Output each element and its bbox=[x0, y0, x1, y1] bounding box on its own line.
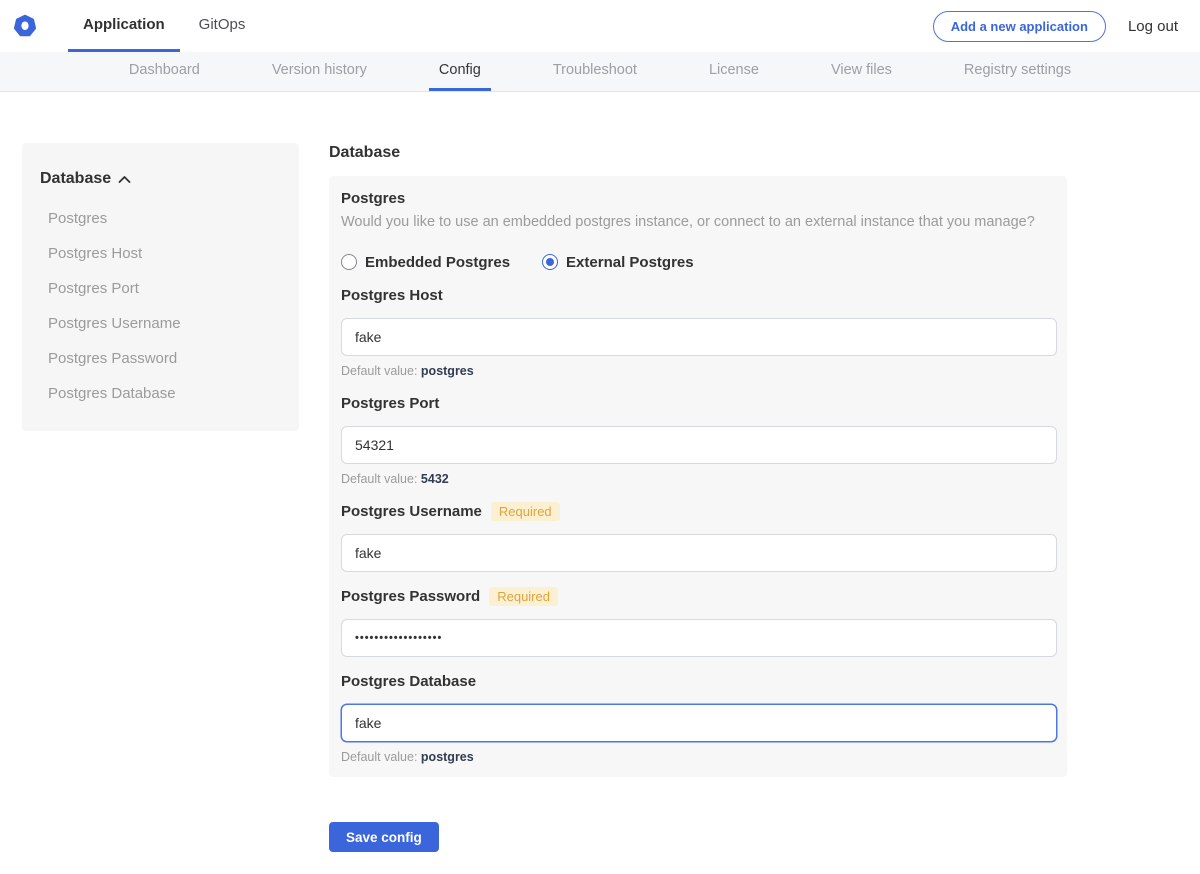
default-value-text: 5432 bbox=[421, 472, 449, 486]
page-title: Database bbox=[329, 143, 1067, 162]
add-application-button[interactable]: Add a new application bbox=[933, 11, 1106, 42]
postgres-host-label: Postgres Host bbox=[341, 287, 443, 304]
radio-unselected-icon bbox=[341, 254, 357, 270]
postgres-port-default-hint: Default value: 5432 bbox=[341, 472, 1056, 487]
postgres-database-default-hint: Default value: postgres bbox=[341, 750, 1056, 765]
postgres-username-label-row: Postgres Username Required bbox=[341, 502, 1056, 520]
default-value-label: Default value: bbox=[341, 472, 417, 486]
postgres-host-label-row: Postgres Host bbox=[341, 286, 1056, 304]
postgres-database-label-row: Postgres Database bbox=[341, 672, 1056, 690]
tab-application[interactable]: Application bbox=[68, 0, 180, 52]
app-root: Application GitOps Add a new application… bbox=[0, 0, 1200, 852]
app-logo-icon[interactable] bbox=[10, 0, 40, 52]
radio-selected-icon bbox=[542, 254, 558, 270]
subnav-tab-license[interactable]: License bbox=[699, 52, 769, 91]
content-area: Database Postgres Postgres Host Postgres… bbox=[0, 143, 1200, 852]
top-right-actions: Add a new application Log out bbox=[933, 0, 1200, 52]
group-label-postgres: Postgres bbox=[341, 190, 1056, 208]
default-value-label: Default value: bbox=[341, 364, 417, 378]
sidebar-item-postgres-database[interactable]: Postgres Database bbox=[40, 376, 281, 411]
postgres-port-input[interactable] bbox=[341, 426, 1057, 464]
subnav-tab-version-history[interactable]: Version history bbox=[262, 52, 377, 91]
sidebar-item-postgres[interactable]: Postgres bbox=[40, 201, 281, 236]
config-main: Database Postgres Would you like to use … bbox=[329, 143, 1067, 852]
sidebar-group-label: Database bbox=[40, 170, 111, 188]
postgres-host-default-hint: Default value: postgres bbox=[341, 364, 1056, 379]
save-config-button[interactable]: Save config bbox=[329, 822, 439, 852]
top-navbar: Application GitOps Add a new application… bbox=[0, 0, 1200, 52]
sidebar-group-database[interactable]: Database bbox=[40, 170, 281, 188]
radio-embedded-postgres-label: Embedded Postgres bbox=[365, 254, 510, 271]
postgres-database-label: Postgres Database bbox=[341, 673, 476, 690]
sidebar-item-postgres-password[interactable]: Postgres Password bbox=[40, 341, 281, 376]
postgres-password-label: Postgres Password bbox=[341, 588, 480, 605]
default-value-text: postgres bbox=[421, 364, 474, 378]
postgres-host-input[interactable] bbox=[341, 318, 1057, 356]
logout-link[interactable]: Log out bbox=[1128, 18, 1178, 35]
required-badge: Required bbox=[489, 587, 558, 606]
postgres-password-input[interactable] bbox=[341, 619, 1057, 657]
app-subnav: Dashboard Version history Config Trouble… bbox=[0, 52, 1200, 92]
subnav-tab-dashboard[interactable]: Dashboard bbox=[119, 52, 210, 91]
postgres-username-input[interactable] bbox=[341, 534, 1057, 572]
subnav-tab-troubleshoot[interactable]: Troubleshoot bbox=[543, 52, 647, 91]
default-value-label: Default value: bbox=[341, 750, 417, 764]
top-tabs: Application GitOps bbox=[68, 0, 264, 52]
tab-gitops[interactable]: GitOps bbox=[184, 0, 261, 52]
postgres-type-radio-group: Embedded Postgres External Postgres bbox=[341, 253, 1056, 271]
chevron-up-icon bbox=[118, 175, 131, 184]
postgres-database-input[interactable] bbox=[341, 704, 1057, 742]
default-value-text: postgres bbox=[421, 750, 474, 764]
postgres-port-label-row: Postgres Port bbox=[341, 394, 1056, 412]
postgres-password-label-row: Postgres Password Required bbox=[341, 587, 1056, 605]
subnav-tab-view-files[interactable]: View files bbox=[821, 52, 902, 91]
config-sidebar: Database Postgres Postgres Host Postgres… bbox=[22, 143, 299, 431]
tab-gitops-label: GitOps bbox=[199, 16, 246, 33]
radio-external-postgres[interactable]: External Postgres bbox=[542, 254, 694, 271]
radio-external-postgres-label: External Postgres bbox=[566, 254, 694, 271]
radio-embedded-postgres[interactable]: Embedded Postgres bbox=[341, 254, 510, 271]
postgres-username-label: Postgres Username bbox=[341, 503, 482, 520]
tab-application-label: Application bbox=[83, 16, 165, 33]
sidebar-item-postgres-port[interactable]: Postgres Port bbox=[40, 271, 281, 306]
required-badge: Required bbox=[491, 502, 560, 521]
postgres-port-label: Postgres Port bbox=[341, 395, 439, 412]
sidebar-item-postgres-host[interactable]: Postgres Host bbox=[40, 236, 281, 271]
group-help-text: Would you like to use an embedded postgr… bbox=[341, 213, 1056, 231]
sidebar-item-postgres-username[interactable]: Postgres Username bbox=[40, 306, 281, 341]
config-group-panel: Postgres Would you like to use an embedd… bbox=[329, 176, 1067, 777]
subnav-tab-config[interactable]: Config bbox=[429, 52, 491, 91]
subnav-tab-registry-settings[interactable]: Registry settings bbox=[954, 52, 1081, 91]
